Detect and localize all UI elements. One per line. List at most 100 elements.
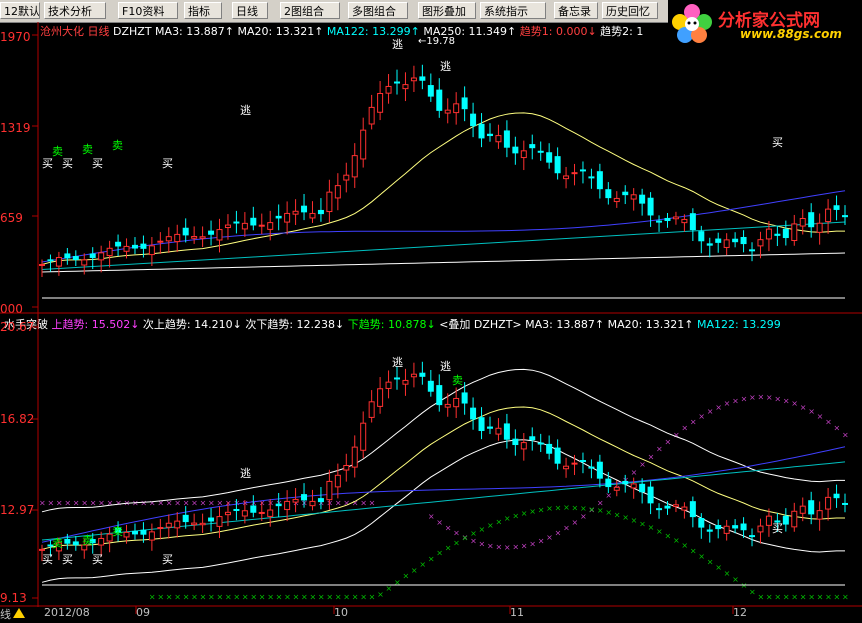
- candle-body: [216, 229, 223, 241]
- candle-body: [394, 81, 401, 84]
- candle-body: [765, 228, 772, 240]
- down-trend-dot: ×: [783, 592, 790, 601]
- candle-body: [706, 243, 713, 246]
- up-trend-dot: ×: [639, 460, 646, 469]
- candle-body: [385, 85, 392, 94]
- candle-body: [402, 84, 409, 90]
- down-trend-dot: ×: [360, 592, 367, 601]
- candle-body: [275, 503, 282, 507]
- escape-signal: 逃: [392, 38, 403, 51]
- top-ma-lines: [41, 112, 846, 299]
- down-trend-dot: ×: [174, 592, 181, 601]
- down-trend-dot: ×: [817, 592, 824, 601]
- down-trend-dot: ×: [614, 510, 621, 519]
- candle-body: [706, 529, 713, 532]
- up-trend-dot: ×: [504, 543, 511, 552]
- candle-body: [453, 103, 460, 114]
- candle-body: [191, 522, 198, 526]
- candle-body: [757, 525, 764, 533]
- candle-body: [529, 436, 536, 441]
- candle-body: [554, 447, 561, 464]
- down-trend-dot: ×: [284, 592, 291, 601]
- down-trend-dot: ×: [757, 592, 764, 601]
- down-trend-dot: ×: [673, 536, 680, 545]
- candle-body: [563, 465, 570, 470]
- down-trend-dot: ×: [834, 592, 841, 601]
- down-trend-dot: ×: [842, 592, 849, 601]
- candle-body: [351, 446, 358, 468]
- candle-body: [664, 217, 671, 222]
- candle-body: [588, 176, 595, 179]
- candle-body: [486, 426, 493, 429]
- up-trend-dot: ×: [800, 403, 807, 412]
- tb-tech-analysis[interactable]: 技术分析: [44, 2, 106, 19]
- candle-body: [825, 496, 832, 510]
- tb-multichart[interactable]: 多图组合: [348, 2, 408, 19]
- up-trend-dot: ×: [81, 498, 88, 507]
- down-trend-dot: ×: [402, 572, 409, 581]
- down-trend-dot: ×: [622, 513, 629, 522]
- candle-body: [486, 133, 493, 137]
- candle-body: [64, 538, 71, 544]
- buy-signal: 买: [42, 157, 53, 170]
- up-trend-dot: ×: [56, 498, 63, 507]
- candle-body: [275, 215, 282, 219]
- candle-body: [579, 460, 586, 463]
- down-trend-dot: ×: [326, 592, 333, 601]
- candle-body: [309, 212, 316, 219]
- down-trend-dot: ×: [597, 506, 604, 515]
- down-trend-dot: ×: [200, 592, 207, 601]
- candle-body: [394, 377, 401, 380]
- candle-body: [174, 520, 181, 529]
- tb-2chart[interactable]: 2图组合: [280, 2, 340, 19]
- up-trend-dot: ×: [360, 498, 367, 507]
- candle-body: [495, 427, 502, 435]
- up-trend-dot: ×: [741, 394, 748, 403]
- candle-body: [334, 185, 341, 199]
- candle-body: [723, 239, 730, 248]
- down-trend-dot: ×: [419, 560, 426, 569]
- tb-system[interactable]: 系统指示: [480, 2, 546, 19]
- down-trend-dot: ×: [217, 592, 224, 601]
- candle-body: [613, 197, 620, 203]
- candle-body: [825, 208, 832, 223]
- candle-body: [157, 240, 164, 243]
- tb-history[interactable]: 历史回忆: [602, 2, 658, 19]
- down-trend-dot: ×: [588, 505, 595, 514]
- candle-body: [427, 380, 434, 392]
- candle-body: [343, 464, 350, 471]
- tb-daily[interactable]: 日线: [232, 2, 268, 19]
- candle-body: [419, 76, 426, 81]
- down-trend-dot: ×: [639, 519, 646, 528]
- buy-signal: 买: [772, 522, 783, 535]
- candle-body: [131, 530, 138, 535]
- candle-body: [816, 222, 823, 233]
- candle-body: [81, 259, 88, 266]
- chart-area[interactable]: × × × × × × × × × × × × × ×××××××××××××××××× × × × × × × × × ×…: [0, 22, 862, 623]
- candle-body: [250, 505, 257, 513]
- sell-signal: 卖: [452, 374, 463, 387]
- tb-memo[interactable]: 备忘录: [554, 2, 598, 19]
- down-trend-dot: ×: [749, 587, 756, 596]
- up-trend-dot: ×: [681, 424, 688, 433]
- candle-body: [842, 215, 848, 218]
- candle-body: [148, 531, 155, 541]
- candle-body: [241, 222, 248, 230]
- candle-body: [647, 197, 654, 216]
- candle-body: [267, 222, 274, 230]
- candle-body: [503, 423, 510, 440]
- candle-body: [563, 175, 570, 180]
- candle-body: [791, 510, 798, 528]
- tb-indicator[interactable]: 指标: [184, 2, 222, 19]
- down-trend-dot: ×: [681, 541, 688, 550]
- candle-body: [639, 483, 646, 493]
- tb-overlay[interactable]: 图形叠加: [418, 2, 476, 19]
- up-trend-dot: ×: [631, 468, 638, 477]
- candle-body: [749, 249, 756, 252]
- candle-body: [546, 152, 553, 163]
- candle-body: [537, 150, 544, 153]
- candle-body: [292, 498, 299, 503]
- tb-default[interactable]: 12默认: [0, 2, 40, 19]
- tb-f10[interactable]: F10资料: [118, 2, 178, 19]
- candle-body: [782, 228, 789, 239]
